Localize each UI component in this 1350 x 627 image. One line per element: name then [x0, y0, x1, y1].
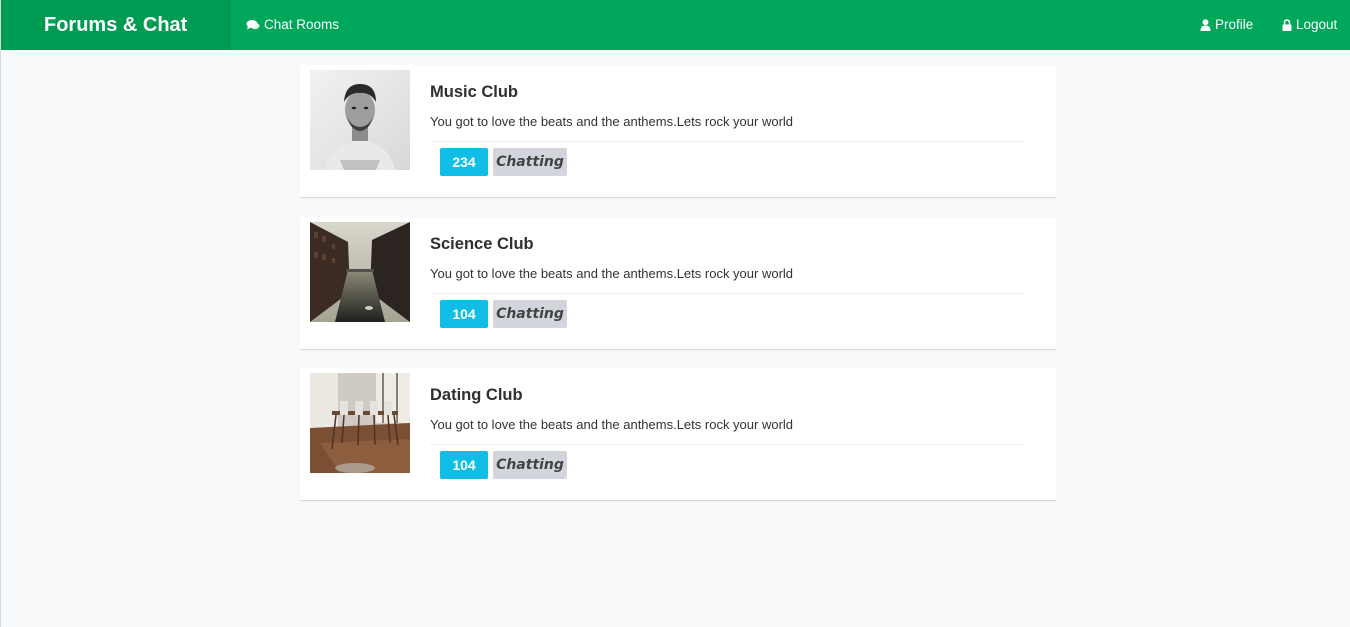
room-description: You got to love the beats and the anthem… [430, 266, 794, 281]
room-title[interactable]: Music Club [430, 83, 518, 102]
brand-link[interactable]: Forums & Chat [1, 0, 231, 50]
room-member-count-badge: 104 [440, 451, 488, 479]
nav-chat-rooms-label: Chat Rooms [264, 17, 340, 32]
room-status-badge: Chatting [493, 451, 567, 479]
room-description: You got to love the beats and the anthem… [430, 114, 794, 129]
user-icon [1200, 19, 1211, 31]
lock-icon [1282, 19, 1292, 31]
room-card-music[interactable]: Music Club You got to love the beats and… [300, 65, 1056, 198]
room-title[interactable]: Dating Club [430, 386, 523, 405]
nav-logout-label: Logout [1296, 17, 1338, 32]
room-description: You got to love the beats and the anthem… [430, 417, 794, 432]
room-card-science[interactable]: Science Club You got to love the beats a… [300, 217, 1056, 350]
nav-logout-link[interactable]: Logout [1282, 0, 1337, 50]
room-thumbnail-canal [310, 222, 410, 322]
room-thumbnail-dining-room [310, 373, 410, 473]
room-divider [430, 141, 1025, 142]
comments-icon [246, 19, 260, 31]
top-navbar: Forums & Chat Chat Rooms Profile Logout [1, 0, 1350, 50]
room-card-dating[interactable]: Dating Club You got to love the beats an… [300, 368, 1056, 501]
nav-profile-link[interactable]: Profile [1200, 0, 1253, 50]
room-title[interactable]: Science Club [430, 235, 534, 254]
room-divider [430, 293, 1025, 294]
room-status-badge: Chatting [493, 300, 567, 328]
room-divider [430, 444, 1025, 445]
nav-profile-label: Profile [1215, 17, 1254, 32]
nav-chat-rooms-link[interactable]: Chat Rooms [246, 0, 339, 50]
room-member-count-badge: 104 [440, 300, 488, 328]
room-member-count-badge: 234 [440, 148, 488, 176]
room-status-badge: Chatting [493, 148, 567, 176]
room-thumbnail-portrait [310, 70, 410, 170]
